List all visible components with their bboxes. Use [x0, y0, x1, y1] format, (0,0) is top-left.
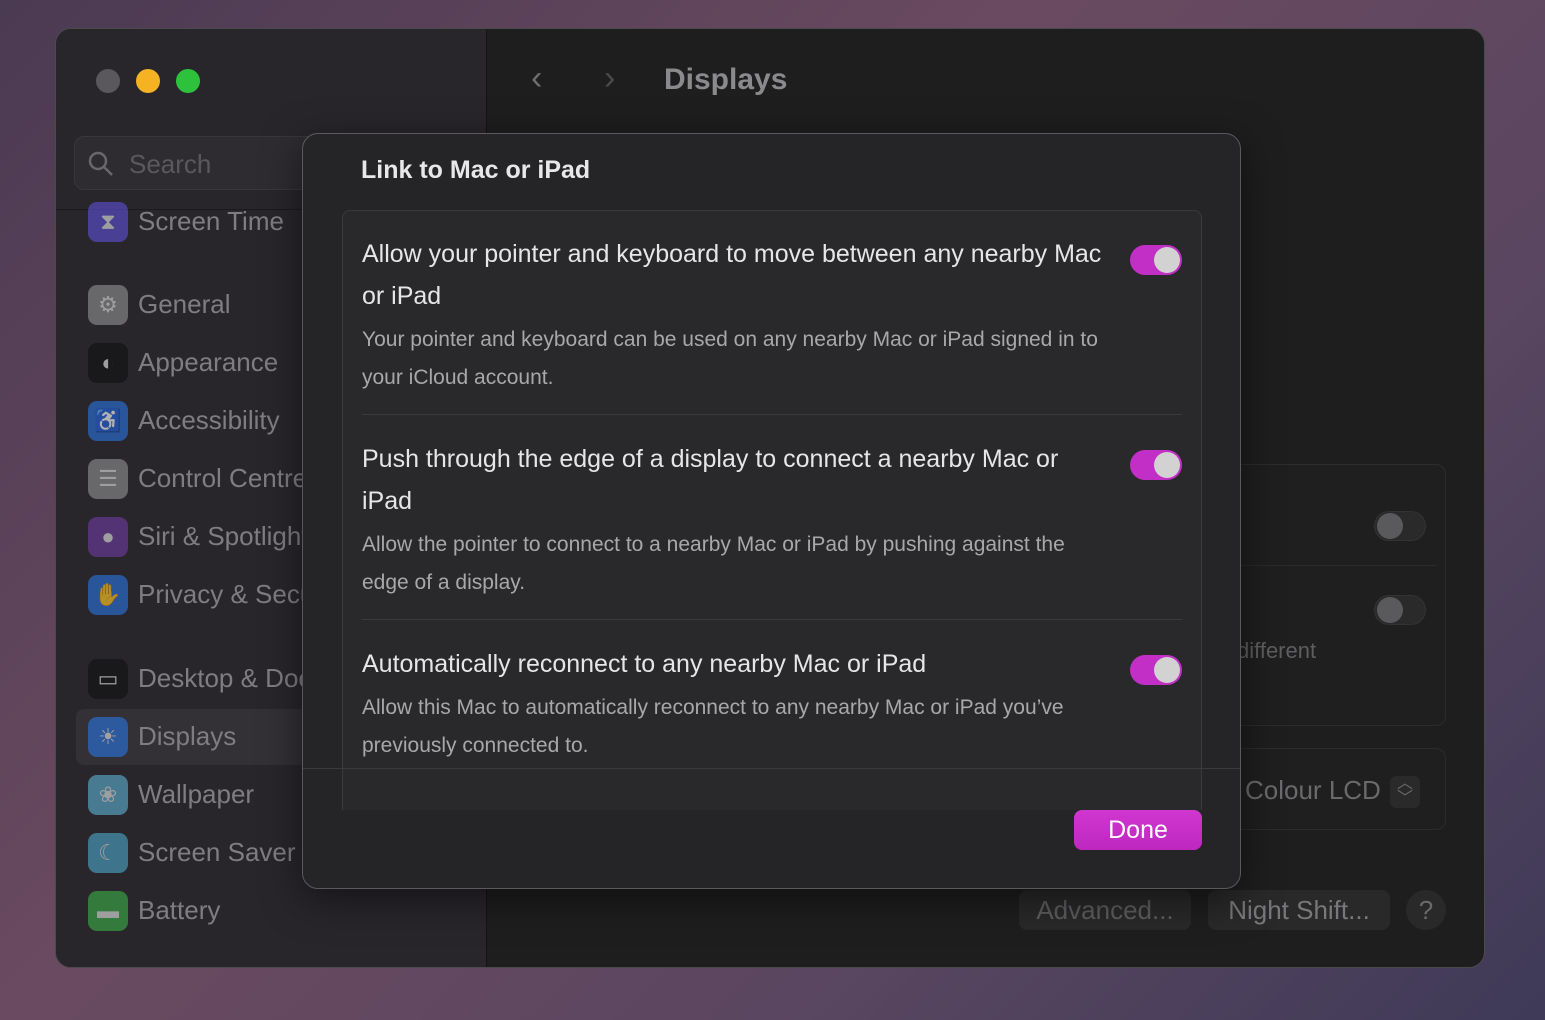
stepper-icon[interactable]: ︿ ﹀ [1390, 776, 1420, 808]
siri-orb-icon: ● [88, 517, 128, 557]
sidebar-item-label: General [138, 289, 231, 319]
option-title: Automatically reconnect to any nearby Ma… [362, 650, 927, 678]
flower-icon: ❀ [88, 775, 128, 815]
battery-icon: ▬ [88, 891, 128, 931]
push-through-edge-toggle[interactable] [1130, 450, 1182, 480]
pointer-keyboard-toggle[interactable] [1130, 245, 1182, 275]
divider [303, 768, 1240, 769]
auto-reconnect-toggle[interactable] [1130, 655, 1182, 685]
sidebar-item-label: Desktop & Dock [138, 663, 325, 693]
chevron-right-icon: › [604, 59, 616, 97]
forward-button[interactable]: › [604, 59, 615, 98]
advanced-button[interactable]: Advanced... [1019, 890, 1191, 930]
divider [362, 619, 1182, 620]
option-row: Automatically reconnect to any nearby Ma… [362, 643, 1182, 765]
background-toggle[interactable] [1374, 511, 1426, 541]
link-to-mac-dialog: Link to Mac or iPad Allow your pointer a… [302, 133, 1241, 889]
search-placeholder: Search [129, 149, 212, 179]
help-button[interactable]: ? [1406, 890, 1446, 930]
dialog-title: Link to Mac or iPad [361, 156, 591, 184]
zoom-button[interactable] [176, 69, 200, 93]
sidebar-item-battery[interactable]: ▬ Battery [76, 883, 476, 939]
display-select-panel: Colour LCD ︿ ﹀ [1206, 748, 1446, 830]
minimize-button[interactable] [136, 69, 160, 93]
sun-icon: ☀ [88, 717, 128, 757]
back-button[interactable]: ‹ [531, 59, 542, 98]
screen-saver-icon: ☾ [88, 833, 128, 873]
toggles-icon: ☰ [88, 459, 128, 499]
divider [362, 414, 1182, 415]
sidebar-item-label: Siri & Spotlight [138, 521, 309, 551]
hourglass-icon: ⧗ [88, 202, 128, 242]
option-description: Your pointer and keyboard can be used on… [362, 328, 1098, 389]
search-icon [88, 151, 113, 176]
close-button[interactable] [96, 69, 120, 93]
option-row: Push through the edge of a display to co… [362, 438, 1182, 602]
option-description: Allow the pointer to connect to a nearby… [362, 533, 1065, 594]
sidebar-item-label: Accessibility [138, 405, 280, 435]
chevron-left-icon: ‹ [531, 59, 543, 97]
display-select[interactable]: Colour LCD [1245, 775, 1381, 806]
night-shift-button[interactable]: Night Shift... [1208, 890, 1390, 930]
option-row: Allow your pointer and keyboard to move … [362, 233, 1182, 397]
sidebar-item-label: Wallpaper [138, 779, 255, 809]
background-toggle[interactable] [1374, 595, 1426, 625]
appearance-circle-icon: ◐ [88, 343, 128, 383]
settings-panel: different [1206, 464, 1446, 726]
sidebar-item-label: Battery [138, 895, 221, 925]
option-description: Allow this Mac to automatically reconnec… [362, 696, 1064, 757]
hand-icon: ✋ [88, 575, 128, 615]
accessibility-figure-icon: ♿ [88, 401, 128, 441]
sidebar-item-label: Appearance [138, 347, 279, 377]
sidebar-item-label: Screen Saver [138, 837, 296, 867]
sidebar-item-label: Displays [138, 721, 237, 751]
option-title: Allow your pointer and keyboard to move … [362, 240, 1102, 310]
done-button[interactable]: Done [1074, 810, 1202, 850]
sidebar-item-label: Control Centre [138, 463, 308, 493]
gear-icon: ⚙ [88, 285, 128, 325]
option-title: Push through the edge of a display to co… [362, 445, 1059, 515]
sidebar-item-label: Screen Time [138, 206, 284, 236]
page-title: Displays [664, 63, 788, 96]
partial-label: different [1237, 638, 1317, 663]
dock-icon: ▭ [88, 659, 128, 699]
options-group: Allow your pointer and keyboard to move … [342, 210, 1202, 810]
